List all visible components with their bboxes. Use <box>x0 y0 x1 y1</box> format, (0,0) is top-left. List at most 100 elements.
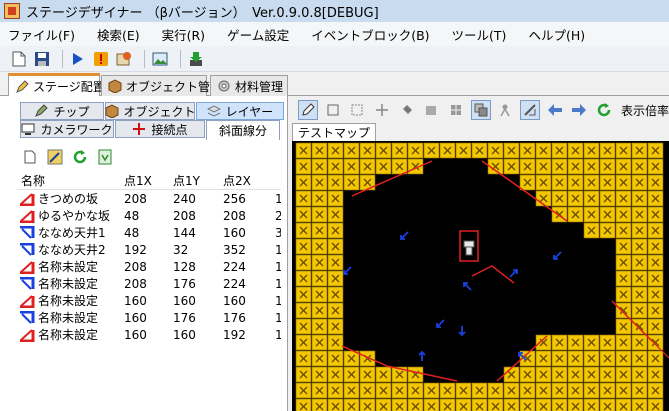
column-header-x1[interactable]: 点1X <box>120 172 169 189</box>
tab-material-management[interactable]: 材料管理 <box>210 75 288 96</box>
tile <box>583 190 600 207</box>
fill-tool-icon[interactable] <box>397 100 417 120</box>
tile <box>535 366 552 383</box>
tile <box>487 382 504 399</box>
tile <box>327 142 344 159</box>
list-item[interactable]: 名称未設定 208 176 224 1 <box>17 275 281 292</box>
tab-stage-layout[interactable]: ステージ配置 <box>8 73 105 97</box>
list-item-y2: 1 <box>275 310 281 325</box>
subtab-connection-point[interactable]: 接続点 <box>115 120 205 138</box>
warning-icon[interactable] <box>92 50 110 68</box>
stamp-tool-icon[interactable] <box>421 100 441 120</box>
play-icon[interactable] <box>69 50 87 68</box>
stage-canvas[interactable] <box>292 141 669 411</box>
subtab-object[interactable]: オブジェクト <box>105 102 196 120</box>
list-item[interactable]: ゆるやかな坂 48 208 208 2 <box>17 207 281 224</box>
tile <box>599 190 616 207</box>
toolbar-separator <box>144 49 145 68</box>
menu-event-block[interactable]: イベントブロック(B) <box>311 25 429 44</box>
rectangle-tool-icon[interactable] <box>323 100 343 120</box>
tile <box>311 270 328 287</box>
new-item-icon[interactable] <box>22 149 38 165</box>
zoom-label: 表示倍率 <box>620 103 669 118</box>
debug-icon[interactable] <box>115 50 133 68</box>
tile <box>423 142 440 159</box>
tile <box>647 142 664 159</box>
list-item[interactable]: きつめの坂 208 240 256 1 <box>17 190 281 207</box>
list-item[interactable]: 名称未設定 160 160 160 1 <box>17 292 281 309</box>
slope-up-red-icon <box>19 209 35 223</box>
menu-file[interactable]: ファイル(F) <box>8 25 75 44</box>
tile <box>455 382 472 399</box>
tile <box>503 366 520 383</box>
menu-search[interactable]: 検索(E) <box>97 25 140 44</box>
save-icon[interactable] <box>33 50 51 68</box>
list-item[interactable]: 名称未設定 160 160 192 1 <box>17 326 281 343</box>
tile <box>455 142 472 159</box>
tile <box>375 382 392 399</box>
list-item[interactable]: ななめ天井2 192 32 352 1 <box>17 241 281 258</box>
move-tool-icon[interactable] <box>372 100 392 120</box>
tile <box>535 334 552 351</box>
tile <box>519 158 536 175</box>
tile <box>647 222 664 239</box>
tile <box>615 382 632 399</box>
slope-view-icon[interactable] <box>520 100 540 120</box>
tile <box>615 286 632 303</box>
tab-label: ステージ配置 <box>33 80 105 94</box>
column-header-x2[interactable]: 点2X <box>219 172 271 189</box>
character-view-icon[interactable] <box>496 100 516 120</box>
arrow-left-icon[interactable] <box>545 100 565 120</box>
list-item-y1: 176 <box>173 310 196 325</box>
tile <box>327 206 344 223</box>
pencil-icon <box>34 104 49 118</box>
tile <box>567 382 584 399</box>
tab-object-management[interactable]: オブジェクト管理 <box>101 75 222 96</box>
tile <box>631 190 648 207</box>
edit-item-icon[interactable] <box>47 149 63 165</box>
tab-test-map[interactable]: テストマップ <box>292 123 377 141</box>
list-item-label: 名称未設定 <box>38 277 99 291</box>
tile <box>647 158 664 175</box>
list-item[interactable]: 名称未設定 160 176 176 1 <box>17 309 281 326</box>
list-item[interactable]: ななめ天井1 48 144 160 3 <box>17 224 281 241</box>
menu-help[interactable]: ヘルプ(H) <box>528 25 585 44</box>
stage-map[interactable] <box>292 141 669 411</box>
select-tool-icon[interactable] <box>347 100 367 120</box>
arrow-right-icon[interactable] <box>570 100 590 120</box>
new-file-icon[interactable] <box>10 50 28 68</box>
subtab-slope-segment[interactable]: 斜面線分 <box>206 120 280 140</box>
subtab-layer[interactable]: レイヤー <box>196 102 284 120</box>
tile <box>583 382 600 399</box>
refresh-icon[interactable] <box>594 100 614 120</box>
list-item-y2: 1 <box>275 293 281 308</box>
tile <box>615 270 632 287</box>
export-icon[interactable] <box>187 50 205 68</box>
slope-line[interactable] <box>471 265 515 284</box>
subtab-chip[interactable]: チップ <box>20 102 104 120</box>
slope-up-red-icon <box>19 192 35 206</box>
tile <box>583 222 600 239</box>
tile <box>599 222 616 239</box>
pen-tool-icon[interactable] <box>298 100 318 120</box>
tile <box>327 238 344 255</box>
subtab-camera-work[interactable]: カメラワーク <box>20 120 114 138</box>
main-toolbar <box>0 46 669 72</box>
grid-toggle-icon[interactable] <box>446 100 466 120</box>
image-icon[interactable] <box>151 50 169 68</box>
tile <box>311 158 328 175</box>
menu-game-settings[interactable]: ゲーム設定 <box>227 25 289 44</box>
tile <box>295 302 312 319</box>
tile <box>359 382 376 399</box>
refresh-icon[interactable] <box>72 149 88 165</box>
list-item[interactable]: 名称未設定 208 128 224 1 <box>17 258 281 275</box>
recycle-bin-icon[interactable] <box>97 149 113 165</box>
slope-list[interactable]: 名称 点1X 点1Y 点2X きつめの坂 208 240 256 1 ゆるやかな坂 48 20… <box>17 172 281 411</box>
column-header-y1[interactable]: 点1Y <box>169 172 219 189</box>
layer-view-icon[interactable] <box>470 100 491 120</box>
menu-run[interactable]: 実行(R) <box>162 25 205 44</box>
ceiling-blue-icon <box>19 310 35 325</box>
menu-tools[interactable]: ツール(T) <box>452 25 507 44</box>
column-header-name[interactable]: 名称 <box>17 172 120 189</box>
tile <box>631 238 648 255</box>
